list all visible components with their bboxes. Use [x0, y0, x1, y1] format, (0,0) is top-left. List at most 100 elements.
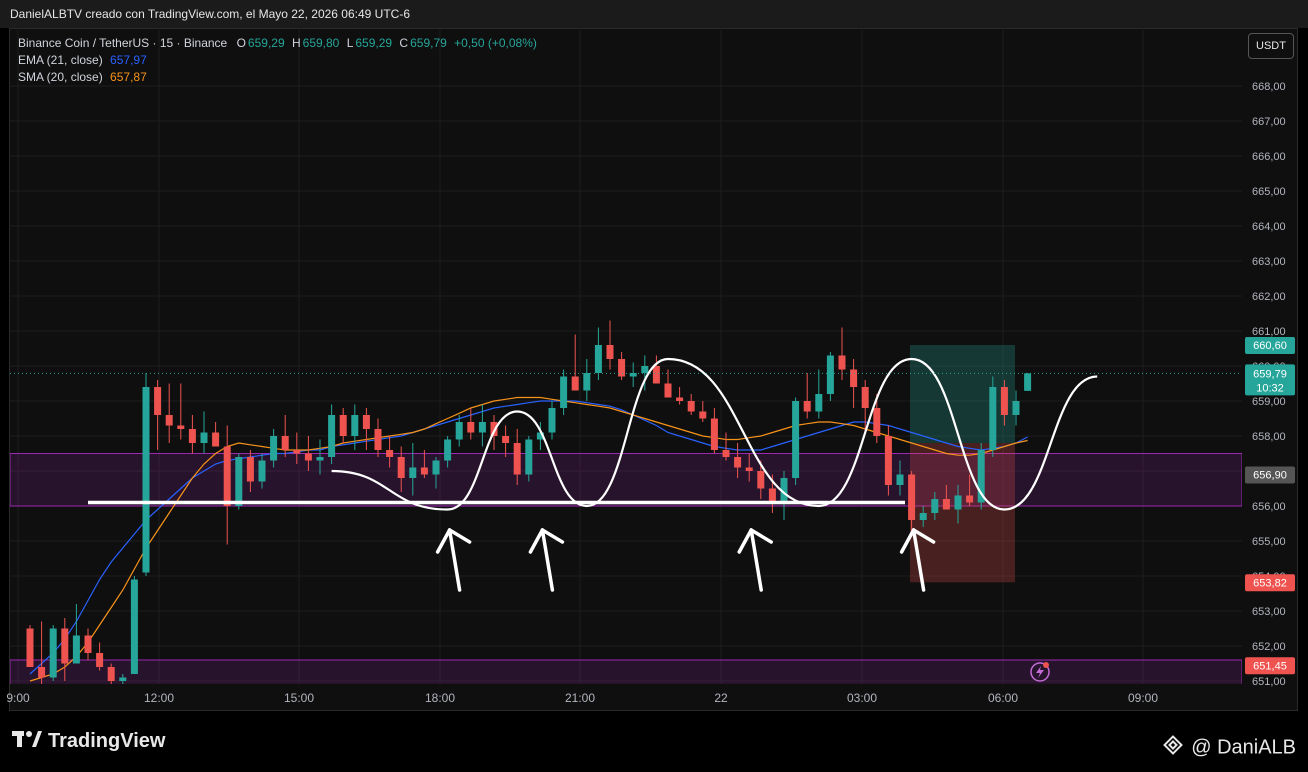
arrow-shaft	[749, 528, 763, 592]
candle-body	[792, 401, 800, 478]
candle-body	[223, 446, 231, 506]
candle-body	[803, 401, 811, 412]
candle-body	[989, 387, 997, 450]
candle-body	[246, 457, 254, 482]
candle-body	[641, 366, 649, 373]
candle-body	[142, 387, 150, 573]
candle-body	[212, 432, 220, 447]
y-tick-label: 653,00	[1252, 606, 1286, 618]
last-price-label: 659,79	[1253, 368, 1287, 380]
candle-body	[618, 359, 626, 377]
candle-body	[26, 628, 34, 667]
symbol-title[interactable]: Binance Coin / TetherUS · 15 · Binance	[18, 36, 227, 50]
ema-value: 657,97	[110, 53, 147, 67]
currency-button[interactable]: USDT	[1248, 33, 1294, 59]
ema-label: EMA (21, close)	[18, 53, 103, 67]
candle-body	[815, 394, 823, 412]
candle-body	[281, 436, 289, 450]
candle-body	[850, 369, 858, 387]
up-arrow	[435, 528, 472, 592]
countdown-label: 10:32	[1256, 382, 1284, 394]
ema-row[interactable]: EMA (21, close) 657,97	[18, 52, 537, 69]
author-handle: @ DaniALB	[1161, 733, 1296, 763]
x-tick-label: 9:00	[6, 691, 30, 705]
candle-body	[954, 495, 962, 510]
candle-body	[710, 418, 718, 450]
candle-body	[177, 425, 185, 429]
arrow-shaft	[447, 528, 462, 592]
price-tag-label: 656,90	[1253, 470, 1287, 482]
candle-body	[1012, 401, 1020, 415]
candle-body	[200, 432, 208, 443]
candle-body	[270, 436, 278, 461]
candle-body	[919, 513, 927, 520]
candle-body	[258, 460, 266, 482]
candle-body	[583, 373, 591, 391]
ohlc-close: C 659,79	[399, 36, 447, 50]
candle-body	[931, 499, 939, 513]
candle-body	[61, 628, 69, 664]
candle-body	[339, 415, 347, 436]
candle-body	[38, 667, 46, 678]
ohlc-high: H 659,80	[291, 36, 340, 50]
sma-label: SMA (20, close)	[18, 70, 103, 84]
candle-body	[362, 415, 370, 429]
candle-body	[838, 355, 846, 370]
y-tick-label: 667,00	[1252, 116, 1286, 128]
price-tag-label: 653,82	[1253, 577, 1287, 589]
candle-body	[444, 439, 452, 461]
candle-body	[722, 450, 730, 457]
candle-body	[502, 436, 510, 443]
candle-body	[119, 677, 127, 681]
candle-body	[478, 422, 486, 433]
candle-body	[304, 453, 312, 461]
candle-body	[1000, 387, 1008, 415]
candle-body	[548, 408, 556, 433]
symbol-row: Binance Coin / TetherUS · 15 · Binance O…	[18, 35, 537, 52]
x-tick-label: 09:00	[1128, 691, 1158, 705]
candle-body	[896, 474, 904, 485]
brand-name: TradingView	[48, 730, 166, 752]
x-tick-label: 18:00	[425, 691, 455, 705]
y-tick-label: 665,00	[1252, 186, 1286, 198]
candle-body	[757, 471, 765, 489]
candle-body	[525, 439, 533, 475]
candle-body	[316, 457, 324, 461]
candle-body	[455, 422, 463, 440]
candle-body	[908, 474, 916, 520]
candle-body	[420, 467, 428, 475]
position-target-area	[910, 345, 1015, 443]
candle-body	[107, 667, 115, 681]
ohlc-low: L 659,29	[346, 36, 393, 50]
candle-body	[699, 411, 707, 419]
sma-row[interactable]: SMA (20, close) 657,87	[18, 69, 537, 86]
candle-body	[884, 436, 892, 485]
x-tick-label: 21:00	[565, 691, 595, 705]
candle-body	[664, 383, 672, 398]
candle-body	[861, 387, 869, 408]
candle-body	[96, 653, 104, 667]
y-tick-label: 652,00	[1252, 641, 1286, 653]
candle-body	[768, 488, 776, 503]
y-tick-label: 661,00	[1252, 326, 1286, 338]
candle-body	[687, 401, 695, 412]
candle-body	[72, 635, 80, 664]
y-tick-label: 659,00	[1252, 396, 1286, 408]
sma-value: 657,87	[110, 70, 147, 84]
candle-body	[409, 467, 417, 478]
candle-body	[652, 366, 660, 384]
candle-body	[49, 628, 57, 678]
chart-legend: Binance Coin / TetherUS · 15 · Binance O…	[18, 35, 537, 86]
candle-body	[676, 397, 684, 401]
candle-body	[386, 450, 394, 457]
candle-body	[432, 460, 440, 475]
y-tick-label: 658,00	[1252, 431, 1286, 443]
candle-body	[328, 415, 336, 457]
price-tag-label: 651,45	[1253, 660, 1287, 672]
position-stop-area	[910, 443, 1015, 583]
y-tick-label: 666,00	[1252, 151, 1286, 163]
candle-body	[942, 499, 950, 510]
price-chart[interactable]: 668,00 667,00 666,00 665,00 664,00 663,00 662,…	[0, 0, 1308, 772]
candle-body	[1024, 373, 1032, 391]
up-arrow	[528, 528, 565, 592]
